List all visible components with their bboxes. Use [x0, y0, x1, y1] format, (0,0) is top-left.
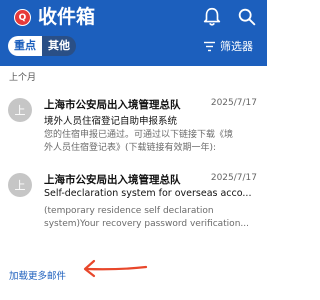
email-date: 2025/7/17	[210, 173, 257, 183]
annotation-arrow	[83, 259, 148, 278]
email-preview-line: 外人员住宿登记表》(下载链接有效期一年):	[44, 143, 217, 153]
email-preview-line: system)Your recovery password verificati…	[44, 219, 249, 229]
page-title: 收件箱	[38, 6, 96, 28]
bell-icon[interactable]	[201, 6, 223, 28]
sender-name: 上海市公安局出入境管理总队	[44, 99, 181, 111]
sender-avatar: 上	[8, 98, 32, 122]
sender-name: 上海市公安局出入境管理总队	[44, 174, 181, 186]
inbox-tabs: 重点 其他	[8, 36, 76, 56]
filter-button[interactable]: 筛选器	[203, 36, 253, 56]
filter-icon	[204, 41, 215, 51]
account-avatar[interactable]: Q	[14, 9, 31, 26]
tab-focused[interactable]: 重点	[8, 36, 42, 56]
email-subject: 境外人员住宿登记自助申报系统	[44, 116, 178, 127]
email-preview-line: 您的住宿申报已通过。可通过以下链接下载《境	[44, 130, 234, 140]
sender-avatar: 上	[8, 173, 32, 197]
load-more-link[interactable]: 加载更多邮件	[9, 268, 66, 282]
email-date: 2025/7/17	[210, 98, 257, 108]
section-header: 上个月	[9, 73, 37, 83]
tab-other[interactable]: 其他	[42, 36, 76, 56]
filter-label: 筛选器	[220, 40, 253, 53]
search-icon[interactable]	[236, 6, 258, 28]
email-preview-line: (temporary residence self declaration	[44, 206, 214, 216]
email-subject: Self-declaration system for overseas acc…	[44, 188, 252, 199]
app-header: Q 收件箱 重点 其他 筛选器	[0, 0, 267, 66]
email-item[interactable]: 上 上海市公安局出入境管理总队 2025/7/17 境外人员住宿登记自助申报系统…	[0, 94, 267, 164]
email-item[interactable]: 上 上海市公安局出入境管理总队 2025/7/17 Self-declarati…	[0, 171, 267, 241]
